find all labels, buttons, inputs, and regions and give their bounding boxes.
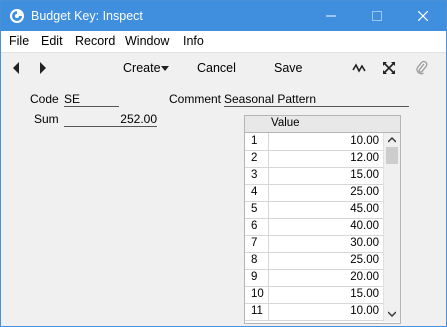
table-row[interactable]: 3 15.00 <box>245 167 383 185</box>
minimize-icon <box>326 15 336 17</box>
minimize-button[interactable] <box>308 1 354 31</box>
paperclip-icon[interactable] <box>416 60 428 76</box>
table-header: Value <box>245 116 400 133</box>
table-row[interactable]: 5 45.00 <box>245 201 383 219</box>
menu-edit[interactable]: Edit <box>41 34 63 48</box>
row-number: 7 <box>245 235 269 252</box>
scroll-down-icon[interactable] <box>388 311 396 317</box>
save-button[interactable]: Save <box>274 61 303 75</box>
scroll-thumb[interactable] <box>386 147 398 164</box>
arrow-left-icon[interactable] <box>11 61 21 75</box>
row-number: 10 <box>245 286 269 303</box>
table-row[interactable]: 1 10.00 <box>245 133 383 151</box>
close-button[interactable] <box>400 1 446 31</box>
close-icon <box>418 11 428 21</box>
row-number: 6 <box>245 218 269 235</box>
cancel-button[interactable]: Cancel <box>197 61 236 75</box>
row-number: 4 <box>245 184 269 201</box>
maximize-button[interactable] <box>354 1 400 31</box>
table-row[interactable]: 9 20.00 <box>245 269 383 287</box>
row-number: 11 <box>245 303 269 320</box>
row-number: 1 <box>245 133 269 150</box>
menu-record[interactable]: Record <box>75 34 115 48</box>
expand-icon[interactable] <box>382 61 396 75</box>
arrow-right-icon[interactable] <box>38 61 48 75</box>
row-value[interactable]: 12.00 <box>269 150 379 167</box>
window-title: Budget Key: Inspect <box>31 9 143 23</box>
sum-label: Sum <box>34 112 59 126</box>
code-field[interactable]: SE <box>64 92 119 107</box>
code-label: Code <box>30 92 59 106</box>
row-number: 8 <box>245 252 269 269</box>
table-row[interactable]: 8 25.00 <box>245 252 383 270</box>
activity-icon[interactable] <box>352 62 366 74</box>
row-number: 5 <box>245 201 269 218</box>
comment-field[interactable]: Seasonal Pattern <box>224 92 409 107</box>
values-table: Value 1 10.00 2 12.00 3 15.00 4 25.00 5 45.00… <box>244 115 401 324</box>
row-number: 9 <box>245 269 269 286</box>
toolbar: Create Cancel Save <box>1 53 446 83</box>
row-number: 2 <box>245 150 269 167</box>
table-row[interactable]: 2 12.00 <box>245 150 383 168</box>
create-button[interactable]: Create <box>123 61 161 75</box>
table-scrollbar[interactable] <box>383 133 400 322</box>
row-value[interactable]: 20.00 <box>269 269 379 286</box>
row-value[interactable]: 15.00 <box>269 167 379 184</box>
comment-label: Comment <box>169 92 222 106</box>
menu-file[interactable]: File <box>9 34 29 48</box>
inspect-window: Budget Key: Inspect File Edit Record Win… <box>0 0 447 327</box>
row-value[interactable]: 15.00 <box>269 286 379 303</box>
table-row[interactable]: 6 40.00 <box>245 218 383 236</box>
table-row[interactable]: 7 30.00 <box>245 235 383 253</box>
menu-info[interactable]: Info <box>183 34 204 48</box>
row-value[interactable]: 25.00 <box>269 252 379 269</box>
table-row[interactable]: 4 25.00 <box>245 184 383 202</box>
value-column-header: Value <box>271 117 300 129</box>
scroll-up-icon[interactable] <box>388 137 396 143</box>
maximize-icon <box>372 11 382 21</box>
row-value[interactable]: 10.00 <box>269 133 379 150</box>
dropdown-caret-icon[interactable] <box>161 66 169 71</box>
row-value[interactable]: 10.00 <box>269 303 379 320</box>
row-number: 3 <box>245 167 269 184</box>
form-area: Code SE Comment Seasonal Pattern Sum 252… <box>1 83 446 326</box>
row-value[interactable]: 40.00 <box>269 218 379 235</box>
table-row[interactable]: 10 15.00 <box>245 286 383 304</box>
title-bar: Budget Key: Inspect <box>1 1 446 31</box>
row-value[interactable]: 30.00 <box>269 235 379 252</box>
app-icon <box>10 9 24 23</box>
row-value[interactable]: 45.00 <box>269 201 379 218</box>
sum-field[interactable]: 252.00 <box>64 112 157 127</box>
row-value[interactable]: 25.00 <box>269 184 379 201</box>
menu-window[interactable]: Window <box>125 34 169 48</box>
menu-bar: File Edit Record Window Info <box>1 31 446 53</box>
table-row[interactable]: 11 10.00 <box>245 303 383 321</box>
